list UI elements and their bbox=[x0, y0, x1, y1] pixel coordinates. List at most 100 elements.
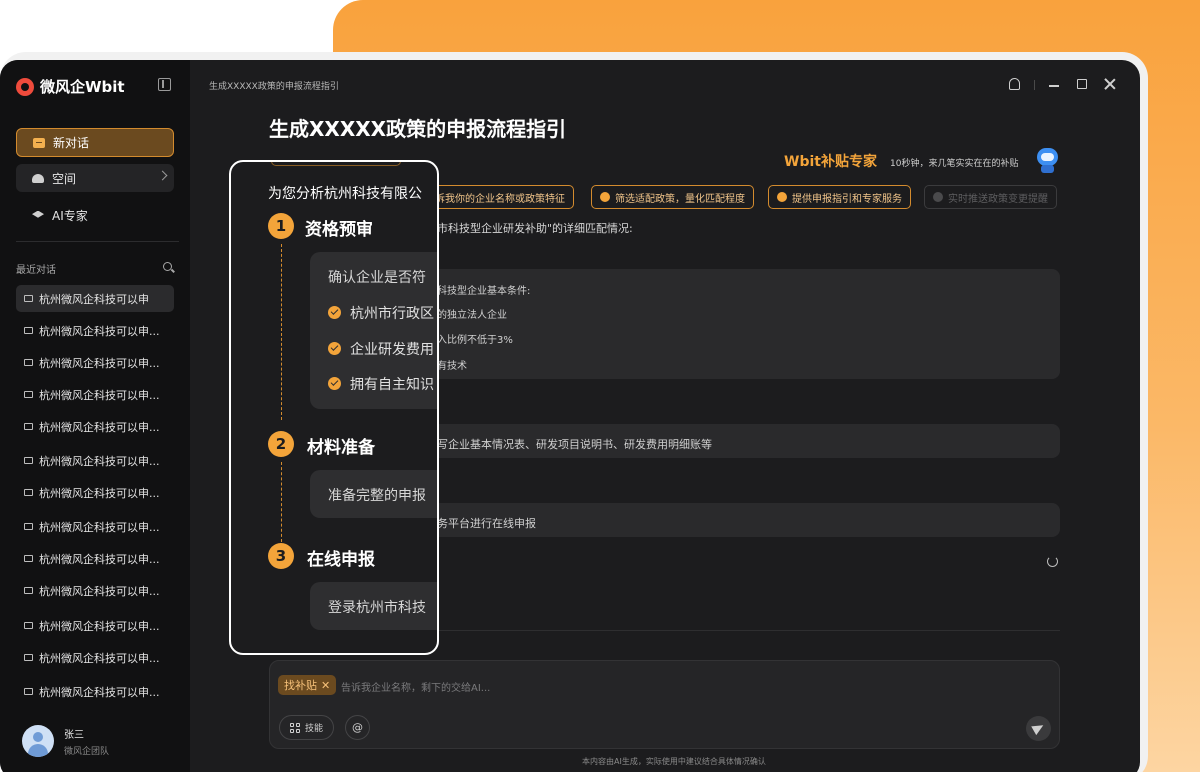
skills-label: 技能 bbox=[305, 724, 324, 734]
recent-item-label: 杭州微风企科技可以申... bbox=[39, 584, 160, 598]
step-connector bbox=[281, 244, 282, 420]
maximize-icon[interactable] bbox=[1077, 79, 1087, 89]
recent-item[interactable]: 杭州微风企科技可以申... bbox=[16, 577, 174, 604]
graduation-cap-icon bbox=[32, 210, 44, 218]
qualify-box-text: 确认企业是否符 bbox=[328, 270, 426, 286]
recent-item-label: 杭州微风企科技可以申... bbox=[39, 420, 160, 434]
recent-item[interactable]: 杭州微风企科技可以申 bbox=[16, 285, 174, 312]
recent-item[interactable]: 杭州微风企科技可以申... bbox=[16, 479, 174, 506]
chip-policy-alerts[interactable]: 实时推送政策变更提醒 bbox=[924, 185, 1057, 209]
chip-match-policy[interactable]: 筛选适配政策，量化匹配程度 bbox=[591, 185, 754, 209]
recent-item-label: 杭州微风企科技可以申... bbox=[39, 486, 160, 500]
chip-label: 提供申报指引和专家服务 bbox=[792, 193, 902, 205]
recent-item[interactable]: 杭州微风企科技可以申... bbox=[16, 644, 174, 671]
message-icon bbox=[24, 295, 33, 302]
ai-expert-label: AI专家 bbox=[52, 208, 88, 223]
step-number-badge: 1 bbox=[268, 213, 294, 239]
recent-item-label: 杭州微风企科技可以申 bbox=[39, 292, 149, 306]
expert-subtitle: 10秒钟，来几笔实实在在的补贴 bbox=[890, 159, 1019, 169]
step-three-icon bbox=[777, 192, 787, 202]
close-icon[interactable]: ✕ bbox=[321, 679, 330, 692]
chevron-right-icon bbox=[157, 170, 168, 181]
recent-item[interactable]: 杭州微风企科技可以申... bbox=[16, 381, 174, 408]
subsidy-tag[interactable]: 找补贴 ✕ bbox=[278, 675, 337, 695]
match-summary: 市科技型企业研发补助"的详细匹配情况: bbox=[437, 222, 633, 235]
new-chat-icon bbox=[33, 137, 45, 148]
check-item: 拥有自主知识 bbox=[350, 377, 434, 393]
chip-enter-company[interactable]: 诉我你的企业名称或政策特征 bbox=[420, 185, 574, 209]
chip-guidance[interactable]: 提供申报指引和专家服务 bbox=[768, 185, 911, 209]
app-window: 微风企Wbit 新对话 空间 AI专家 最近对话 杭州微风企科技可以申 杭州微风… bbox=[0, 60, 1140, 772]
new-chat-button[interactable]: 新对话 bbox=[16, 128, 174, 157]
recent-item-label: 杭州微风企科技可以申... bbox=[39, 651, 160, 665]
search-icon[interactable] bbox=[163, 262, 172, 271]
check-item: 杭州市行政区 bbox=[350, 306, 434, 322]
ai-disclaimer: 本内容由AI生成，实际使用中建议结合具体情况确认 bbox=[582, 757, 766, 766]
message-icon bbox=[24, 359, 33, 366]
sidebar-divider bbox=[16, 241, 179, 242]
recent-item[interactable]: 杭州微风企科技可以申... bbox=[16, 349, 174, 376]
message-icon bbox=[24, 423, 33, 430]
grid-icon bbox=[290, 722, 300, 733]
user-name: 张三 bbox=[64, 729, 84, 741]
user-profile[interactable]: 张三 微风企团队 bbox=[22, 725, 109, 757]
message-icon bbox=[24, 489, 33, 496]
recent-item-label: 杭州微风企科技可以申... bbox=[39, 552, 160, 566]
avatar bbox=[22, 725, 54, 757]
condition-item: 的独立法人企业 bbox=[437, 310, 507, 321]
step-number-badge: 3 bbox=[268, 543, 294, 569]
step-title: 在线申报 bbox=[307, 550, 375, 570]
recent-item[interactable]: 杭州微风企科技可以申... bbox=[16, 513, 174, 540]
toolbar-divider bbox=[1034, 80, 1035, 90]
app-name: 微风企Wbit bbox=[40, 78, 125, 96]
message-icon bbox=[24, 391, 33, 398]
chip-label: 筛选适配政策，量化匹配程度 bbox=[615, 193, 745, 205]
step-four-icon bbox=[933, 192, 943, 202]
message-icon bbox=[24, 654, 33, 661]
bell-icon[interactable] bbox=[1009, 78, 1020, 90]
step-title: 材料准备 bbox=[307, 438, 375, 458]
subsidy-tag-label: 找补贴 bbox=[284, 679, 317, 692]
space-label: 空间 bbox=[52, 171, 77, 186]
message-icon bbox=[24, 622, 33, 629]
conditions-title: 科技型企业基本条件: bbox=[437, 286, 531, 297]
step-connector bbox=[281, 462, 282, 542]
user-info: 张三 微风企团队 bbox=[64, 726, 109, 757]
sidebar-collapse-icon[interactable] bbox=[158, 78, 171, 91]
recent-item[interactable]: 杭州微风企科技可以申... bbox=[16, 545, 174, 572]
zoom-intro: 为您分析杭州科技有限公 bbox=[268, 186, 422, 202]
recent-item[interactable]: 杭州微风企科技可以申... bbox=[16, 447, 174, 474]
check-item: 企业研发费用 bbox=[350, 342, 434, 358]
minimize-icon[interactable] bbox=[1049, 85, 1059, 87]
sidebar-item-space[interactable]: 空间 bbox=[16, 164, 174, 192]
message-icon bbox=[24, 688, 33, 695]
materials-text: 写企业基本情况表、研发项目说明书、研发费用明细账等 bbox=[437, 438, 712, 451]
message-icon bbox=[24, 523, 33, 530]
step-title: 资格预审 bbox=[305, 220, 373, 240]
skills-button[interactable]: 技能 bbox=[279, 715, 335, 740]
brand: 微风企Wbit bbox=[16, 76, 125, 97]
new-chat-label: 新对话 bbox=[53, 136, 90, 150]
sidebar-item-ai-expert[interactable]: AI专家 bbox=[16, 201, 174, 229]
recent-item-label: 杭州微风企科技可以申... bbox=[39, 685, 160, 699]
expert-title: Wbit补贴专家 bbox=[784, 154, 877, 170]
logo-icon bbox=[16, 77, 34, 96]
recent-item[interactable]: 杭州微风企科技可以申... bbox=[16, 413, 174, 440]
recent-item[interactable]: 杭州微风企科技可以申... bbox=[16, 317, 174, 344]
sidebar: 微风企Wbit 新对话 空间 AI专家 最近对话 杭州微风企科技可以申 杭州微风… bbox=[0, 60, 190, 772]
page-title: 生成XXXXX政策的申报流程指引 bbox=[269, 117, 567, 141]
recent-item[interactable]: 杭州微风企科技可以申... bbox=[16, 612, 174, 639]
mention-button[interactable]: @ bbox=[345, 715, 370, 740]
recent-item[interactable]: 杭州微风企科技可以申... bbox=[16, 678, 174, 705]
recent-item-label: 杭州微风企科技可以申... bbox=[39, 454, 160, 468]
condition-item: 有技术 bbox=[437, 361, 467, 372]
online-text: 务平台进行在线申报 bbox=[437, 517, 536, 530]
recent-item-label: 杭州微风企科技可以申... bbox=[39, 520, 160, 534]
composer-input[interactable]: 告诉我企业名称，剩下的交给AI... bbox=[341, 679, 490, 694]
send-button[interactable] bbox=[1026, 716, 1051, 741]
close-icon[interactable] bbox=[1104, 78, 1116, 90]
message-composer[interactable] bbox=[269, 660, 1060, 749]
breadcrumb: 生成XXXXX政策的申报流程指引 bbox=[209, 82, 339, 92]
message-icon bbox=[24, 457, 33, 464]
refresh-icon[interactable] bbox=[1047, 556, 1058, 567]
